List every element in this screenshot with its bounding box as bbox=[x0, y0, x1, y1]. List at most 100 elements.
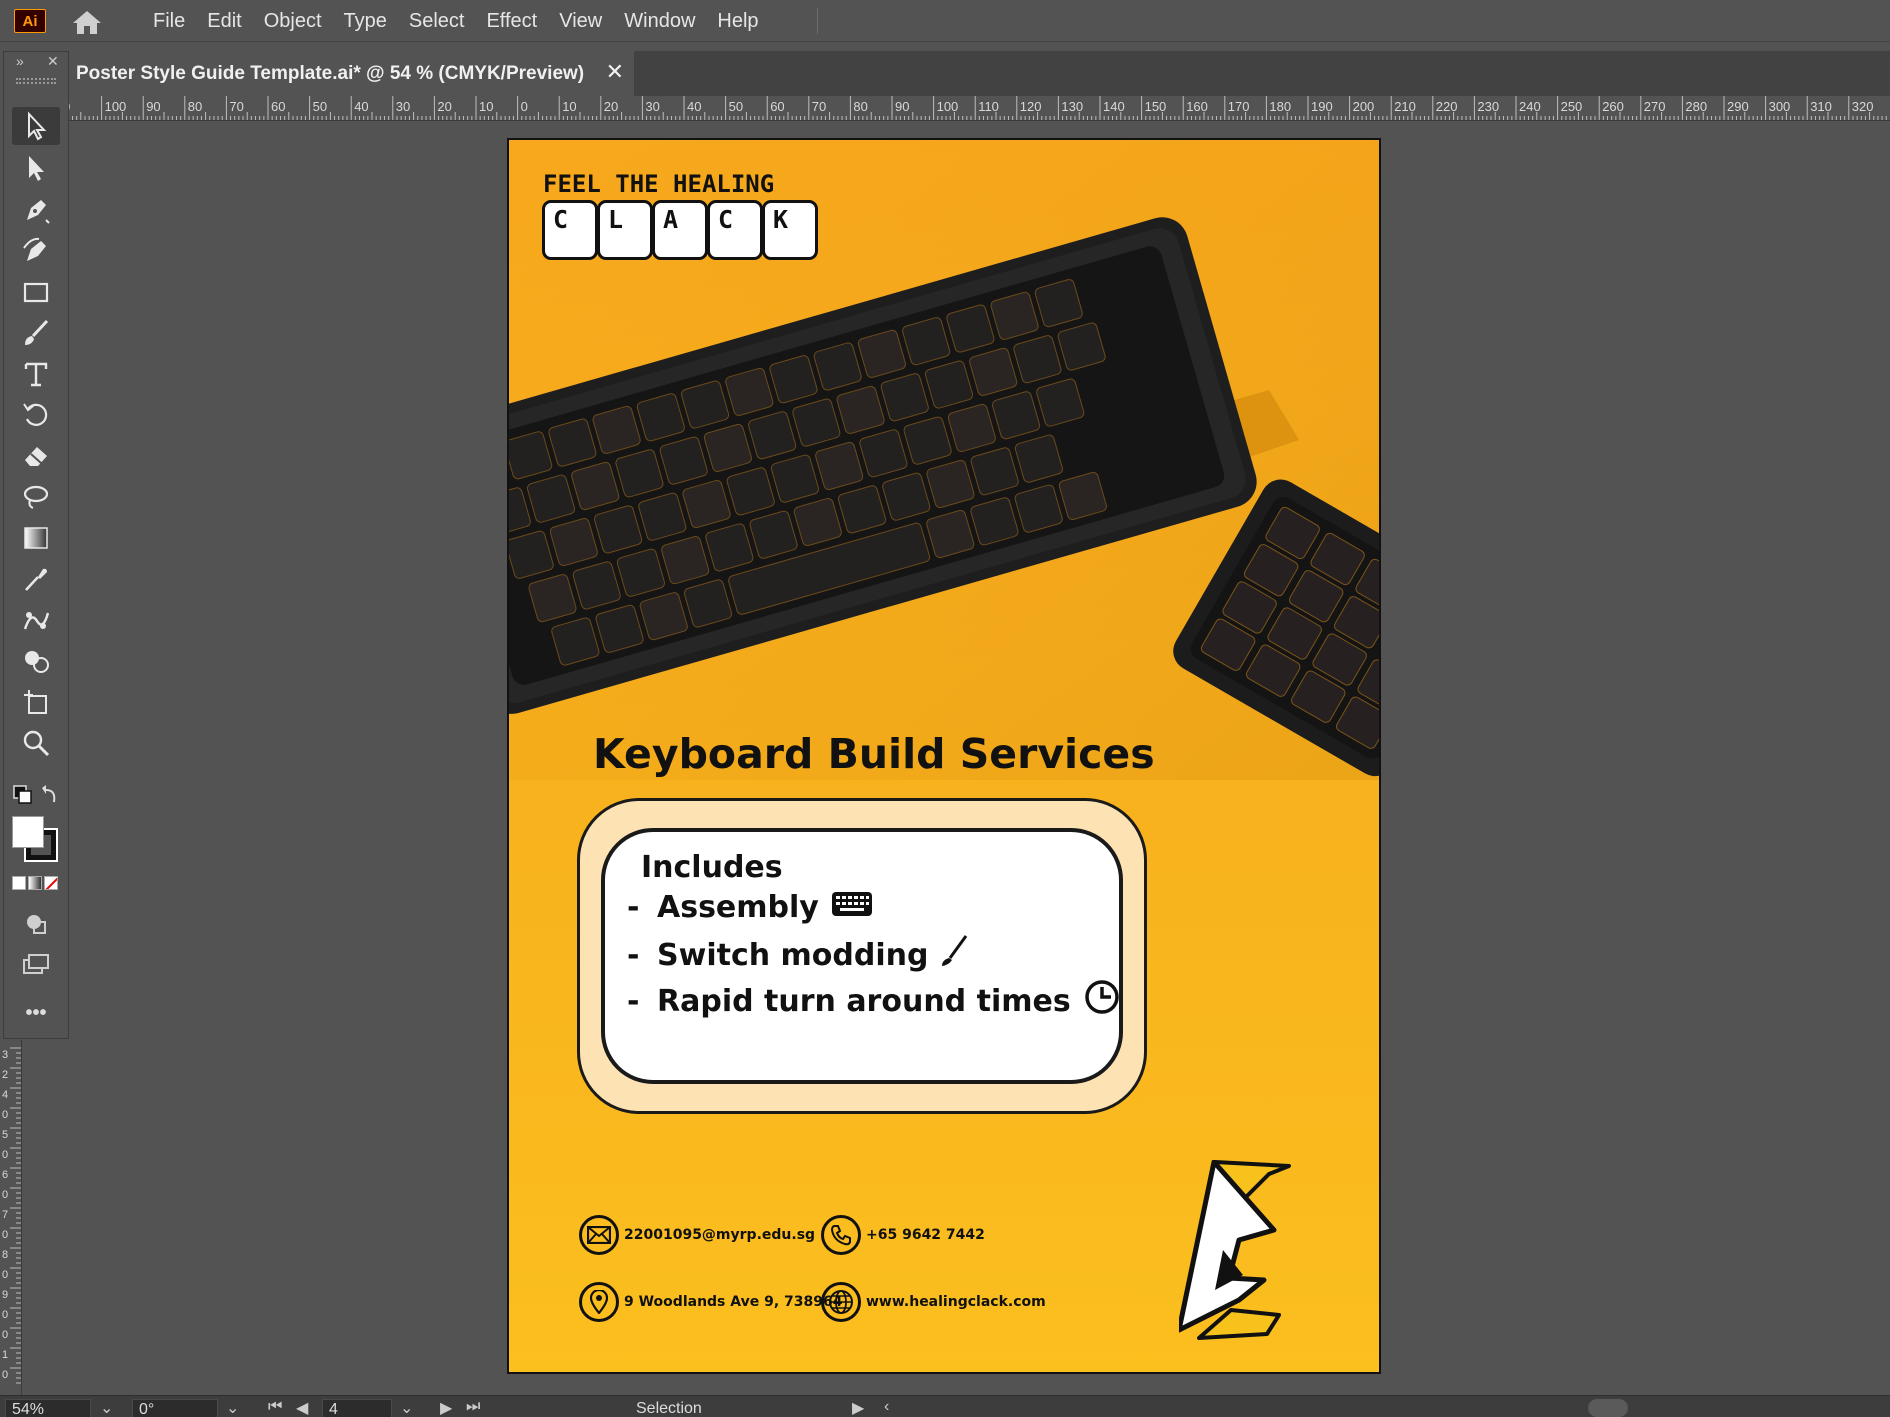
document-tab[interactable]: Poster Style Guide Template.ai* @ 54 % (… bbox=[68, 51, 634, 96]
paintbrush-tool-icon[interactable] bbox=[12, 314, 60, 352]
screen-mode-icon[interactable] bbox=[12, 946, 60, 984]
service-item-rapid-turnaround: - Rapid turn around times bbox=[627, 978, 1121, 1024]
rotation-dropdown-icon[interactable]: ⌄ bbox=[226, 1398, 239, 1417]
vertical-ruler[interactable]: 3 2 4 0 5 0 6 0 7 0 8 0 9 0 0 1 0 bbox=[0, 1040, 22, 1395]
eraser-tool-icon[interactable] bbox=[12, 437, 60, 475]
menu-select[interactable]: Select bbox=[398, 0, 476, 42]
panel-grip[interactable] bbox=[16, 78, 56, 84]
selection-tool-icon[interactable] bbox=[12, 107, 60, 145]
horizontal-ruler[interactable]: 0 100 90 80 70 60 50 40 30 20 100 10 20 30 40 50 60 70 80 9… bbox=[68, 96, 1890, 121]
rotate-tool-icon[interactable] bbox=[12, 396, 60, 434]
scroll-left-icon[interactable]: ‹ bbox=[884, 1398, 889, 1416]
draw-mode-icon[interactable] bbox=[12, 905, 60, 943]
home-icon[interactable] bbox=[70, 9, 104, 35]
gradient-tool-icon[interactable] bbox=[12, 519, 60, 557]
ruler-label: 70 bbox=[229, 99, 243, 114]
ruler-label: 80 bbox=[188, 99, 202, 114]
menu-view[interactable]: View bbox=[548, 0, 613, 42]
eyedropper-tool-icon[interactable] bbox=[12, 560, 60, 598]
clack-keycaps: C L A C K bbox=[542, 200, 818, 260]
vertical-ruler-label: 5 bbox=[2, 1129, 8, 1141]
ruler-label: 220 bbox=[1436, 99, 1458, 114]
clack-key-l: L bbox=[597, 200, 653, 260]
zoom-tool-icon[interactable] bbox=[12, 724, 60, 762]
vertical-ruler-label: 9 bbox=[2, 1289, 8, 1301]
menu-window[interactable]: Window bbox=[613, 0, 706, 42]
artboard-tool-icon[interactable] bbox=[12, 683, 60, 721]
ruler-label: 10 bbox=[479, 99, 493, 114]
direct-selection-tool-icon[interactable] bbox=[12, 149, 60, 187]
first-artboard-icon[interactable]: ⏮ bbox=[268, 1398, 282, 1416]
tools-panel: » ✕ ••• bbox=[3, 51, 69, 1039]
clack-key-a: A bbox=[652, 200, 708, 260]
previous-artboard-icon[interactable]: ◀ bbox=[296, 1398, 308, 1417]
artboard-dropdown-icon[interactable]: ⌄ bbox=[400, 1398, 413, 1417]
none-icon[interactable] bbox=[44, 876, 58, 890]
collapse-panel-icon[interactable]: » bbox=[16, 53, 24, 69]
rectangle-tool-icon[interactable] bbox=[12, 273, 60, 311]
ruler-label: 30 bbox=[645, 99, 659, 114]
curvature-tool-icon[interactable] bbox=[12, 232, 60, 270]
contact-phone: +65 9642 7442 bbox=[821, 1215, 985, 1255]
close-panel-icon[interactable]: ✕ bbox=[47, 53, 59, 70]
ruler-label: 250 bbox=[1561, 99, 1583, 114]
ruler-label: 60 bbox=[271, 99, 285, 114]
keyboard-icon bbox=[831, 890, 873, 925]
ruler-label: 70 bbox=[812, 99, 826, 114]
fill-stroke-swatches[interactable] bbox=[10, 814, 62, 862]
ruler-label: 240 bbox=[1519, 99, 1541, 114]
zoom-level-field[interactable]: 54% bbox=[5, 1399, 91, 1417]
ruler-label: 120 bbox=[1020, 99, 1042, 114]
globe-icon bbox=[821, 1282, 861, 1322]
menu-file[interactable]: File bbox=[142, 0, 196, 42]
fill-swatch[interactable] bbox=[12, 816, 44, 848]
app-logo: Ai bbox=[14, 9, 46, 33]
vertical-ruler-label: 2 bbox=[2, 1069, 8, 1081]
gradient-icon[interactable] bbox=[28, 876, 42, 890]
ruler-label: 30 bbox=[396, 99, 410, 114]
status-menu-icon[interactable]: ▶ bbox=[852, 1398, 864, 1417]
rotation-field[interactable]: 0° bbox=[132, 1399, 218, 1417]
zoom-dropdown-icon[interactable]: ⌄ bbox=[100, 1398, 113, 1417]
ruler-label: 110 bbox=[978, 99, 999, 114]
contact-address: 9 Woodlands Ave 9, 738964 bbox=[579, 1282, 842, 1322]
vertical-ruler-label: 3 bbox=[2, 1049, 8, 1061]
contact-website: www.healingclack.com bbox=[821, 1282, 1046, 1322]
artboard[interactable]: FEEL THE HEALING C L A C K Keyboard Buil… bbox=[507, 138, 1381, 1374]
menu-type[interactable]: Type bbox=[333, 0, 398, 42]
edit-toolbar-icon[interactable]: ••• bbox=[4, 1002, 68, 1025]
brand-logo bbox=[1179, 1160, 1291, 1340]
ruler-label: 290 bbox=[1727, 99, 1749, 114]
menu-effect[interactable]: Effect bbox=[475, 0, 548, 42]
color-icon[interactable] bbox=[12, 876, 26, 890]
ruler-label: 210 bbox=[1394, 99, 1416, 114]
ruler-label: 100 bbox=[105, 99, 127, 114]
pen-tool-icon[interactable] bbox=[12, 191, 60, 229]
type-tool-icon[interactable] bbox=[12, 355, 60, 393]
artboard-number-field[interactable]: 4 bbox=[322, 1399, 392, 1417]
ruler-label: 0 bbox=[521, 99, 528, 114]
shape-builder-tool-icon[interactable] bbox=[12, 642, 60, 680]
vertical-ruler-label: 4 bbox=[2, 1089, 8, 1101]
default-fill-stroke-icon[interactable] bbox=[12, 782, 60, 810]
menu-edit[interactable]: Edit bbox=[196, 0, 252, 42]
next-artboard-icon[interactable]: ▶ bbox=[440, 1398, 452, 1417]
illustrator-window: Ai File Edit Object Type Select Effect V… bbox=[0, 0, 1890, 1417]
last-artboard-icon[interactable]: ⏭ bbox=[466, 1398, 480, 1416]
phone-icon bbox=[821, 1215, 861, 1255]
menu-bar: Ai File Edit Object Type Select Effect V… bbox=[0, 0, 1890, 42]
ruler-label: 50 bbox=[729, 99, 743, 114]
color-mode-row bbox=[12, 876, 62, 894]
ruler-label: 50 bbox=[313, 99, 327, 114]
vertical-ruler-label: 8 bbox=[2, 1249, 8, 1261]
puppet-warp-tool-icon[interactable] bbox=[12, 601, 60, 639]
lasso-tool-icon[interactable] bbox=[12, 478, 60, 516]
ruler-label: 170 bbox=[1228, 99, 1250, 114]
ruler-label: 150 bbox=[1145, 99, 1167, 114]
menu-help[interactable]: Help bbox=[706, 0, 769, 42]
horizontal-scrollbar-thumb[interactable] bbox=[1588, 1399, 1628, 1417]
menu-object[interactable]: Object bbox=[253, 0, 333, 42]
clack-key-c: C bbox=[542, 200, 598, 260]
ruler-ticks: 0 100 90 80 70 60 50 40 30 20 100 10 20 30 40 50 60 70 80 9… bbox=[68, 96, 1887, 120]
close-tab-icon[interactable]: ✕ bbox=[606, 59, 624, 85]
